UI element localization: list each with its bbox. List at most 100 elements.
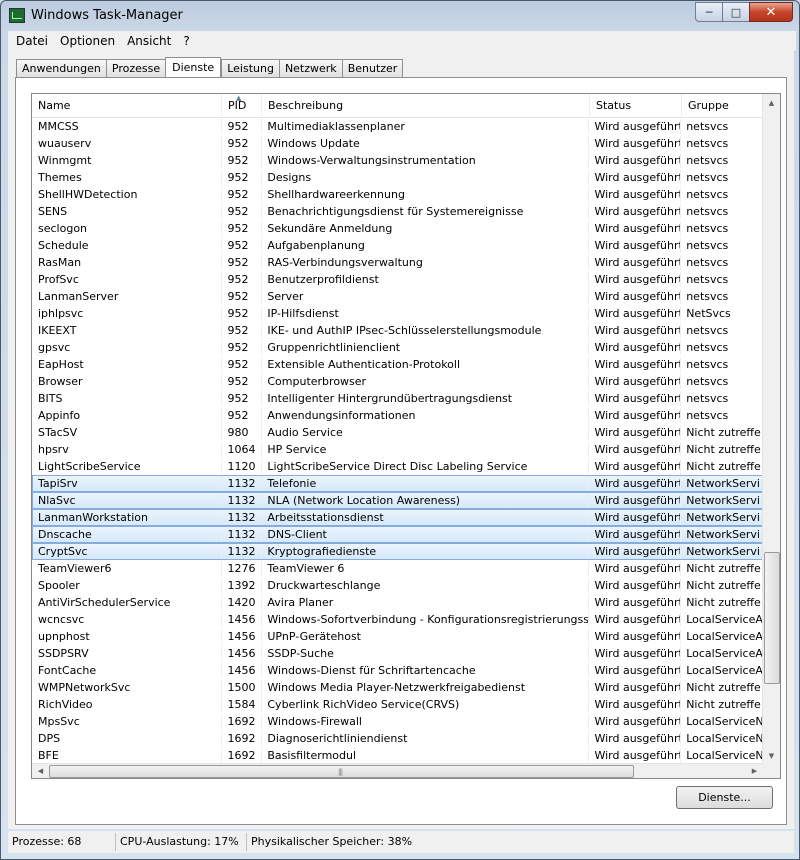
status-memory: Physikalischer Speicher: 38% — [251, 835, 413, 848]
service-name: MpsSvc — [33, 714, 223, 729]
table-row[interactable]: AntiVirSchedulerService 1420 Avira Planer W… — [32, 594, 763, 611]
tab-netzwerk[interactable]: Netzwerk — [278, 59, 342, 77]
service-status: Wird ausgeführt — [589, 238, 682, 253]
tab-anwendungen[interactable]: Anwendungen — [16, 59, 106, 77]
services-list[interactable]: Name ▲ PID Beschreibung Status Gruppe MM… — [31, 93, 781, 779]
service-description: LightScribeService Direct Disc Labeling … — [262, 459, 590, 474]
service-group: NetworkServi — [686, 494, 760, 507]
table-row[interactable]: Spooler 1392 Druckwarteschlange Wird ausgef… — [32, 577, 763, 594]
table-row[interactable]: upnphost 1456 UPnP-Gerätehost Wird ausgefüh… — [32, 628, 763, 645]
horizontal-scrollbar[interactable]: ◀ ||| ▶ — [32, 763, 763, 778]
column-header-name[interactable]: Name — [32, 94, 222, 117]
service-status: Wird ausgeführt — [589, 204, 682, 219]
vertical-scrollbar[interactable]: ▲ ▼ — [762, 94, 780, 764]
tab-benutzer[interactable]: Benutzer — [341, 59, 404, 77]
table-row[interactable]: SENS 952 Benachrichtigungsdienst für Syste… — [32, 203, 763, 220]
table-row[interactable]: TapiSrv 1132 Telefonie Wird ausgeführt Netwo… — [32, 475, 763, 492]
table-row[interactable]: iphlpsvc 952 IP-Hilfsdienst Wird ausgeführt… — [32, 305, 763, 322]
service-name: gpsvc — [33, 340, 223, 355]
tab-strip: Anwendungen Prozesse Dienste Leistung Ne… — [16, 57, 404, 78]
table-row[interactable]: gpsvc 952 Gruppenrichtlinienclient Wird aus… — [32, 339, 763, 356]
table-row[interactable]: MpsSvc 1692 Windows-Firewall Wird ausgeführ… — [32, 713, 763, 730]
menu-help[interactable]: ? — [177, 31, 195, 51]
table-row[interactable]: Dnscache 1132 DNS-Client Wird ausgeführt Net… — [32, 526, 763, 543]
main-content: Anwendungen Prozesse Dienste Leistung Ne… — [8, 51, 794, 829]
horizontal-scroll-thumb[interactable]: ||| — [49, 765, 634, 778]
service-status: Wird ausgeführt — [589, 374, 682, 389]
table-row[interactable]: LanmanServer 952 Server Wird ausgeführt nets… — [32, 288, 763, 305]
close-button[interactable]: ✕ — [749, 2, 793, 22]
table-row[interactable]: wuauserv 952 Windows Update Wird ausgeführt… — [32, 135, 763, 152]
service-group: NetworkServi — [686, 528, 760, 541]
tab-dienste[interactable]: Dienste — [165, 57, 222, 78]
table-row[interactable]: Browser 952 Computerbrowser Wird ausgeführt… — [32, 373, 763, 390]
scroll-up-button[interactable]: ▲ — [763, 94, 780, 111]
service-name: DPS — [33, 731, 223, 746]
scroll-down-button[interactable]: ▼ — [763, 747, 780, 764]
minimize-button[interactable]: ─ — [695, 2, 722, 22]
vertical-scroll-thumb[interactable] — [764, 552, 780, 684]
column-header-status[interactable]: Status — [590, 94, 682, 117]
service-name: EapHost — [33, 357, 223, 372]
table-row[interactable]: FontCache 1456 Windows-Dienst für Schrifta… — [32, 662, 763, 679]
table-row[interactable]: EapHost 952 Extensible Authentication-Prot… — [32, 356, 763, 373]
tab-leistung[interactable]: Leistung — [221, 59, 279, 77]
table-row[interactable]: BFE 1692 Basisfiltermodul Wird ausgeführt Lo… — [32, 747, 763, 764]
table-row[interactable]: Winmgmt 952 Windows-Verwaltungsinstrumenta… — [32, 152, 763, 169]
table-row[interactable]: Schedule 952 Aufgabenplanung Wird ausgeführ… — [32, 237, 763, 254]
service-pid: 952 — [222, 170, 263, 185]
table-row[interactable]: CryptSvc 1132 Kryptografiedienste Wird ausg… — [32, 543, 763, 560]
table-row[interactable]: RasMan 952 RAS-Verbindungsverwaltung Wird a… — [32, 254, 763, 271]
column-header-description[interactable]: Beschreibung — [262, 94, 590, 117]
service-status: Wird ausgeführt — [589, 272, 682, 287]
service-description: Intelligenter Hintergrundübertragungsdie… — [262, 391, 590, 406]
service-group: Nicht zutreffe — [686, 426, 761, 439]
table-row[interactable]: STacSV 980 Audio Service Wird ausgeführt Nic… — [32, 424, 763, 441]
table-row[interactable]: SSDPSRV 1456 SSDP-Suche Wird ausgeführt Loca… — [32, 645, 763, 662]
column-header-pid[interactable]: ▲ PID — [222, 94, 262, 117]
table-row[interactable]: WMPNetworkSvc 1500 Windows Media Player-Ne… — [32, 679, 763, 696]
table-row[interactable]: hpsrv 1064 HP Service Wird ausgeführt Nicht … — [32, 441, 763, 458]
tab-prozesse[interactable]: Prozesse — [105, 59, 166, 77]
table-row[interactable]: ProfSvc 952 Benutzerprofildienst Wird ausge… — [32, 271, 763, 288]
service-pid: 952 — [222, 221, 263, 236]
table-row[interactable]: TeamViewer6 1276 TeamViewer 6 Wird ausgefüh… — [32, 560, 763, 577]
table-row[interactable]: MMCSS 952 Multimediaklassenplaner Wird ausg… — [32, 118, 763, 135]
service-status: Wird ausgeführt — [589, 663, 682, 678]
service-pid: 1064 — [222, 442, 263, 457]
service-name: Browser — [33, 374, 223, 389]
table-row[interactable]: LanmanWorkstation 1132 Arbeitsstationsdien… — [32, 509, 763, 526]
table-row[interactable]: ShellHWDetection 952 Shellhardwareerkennun… — [32, 186, 763, 203]
scroll-right-button[interactable]: ▶ — [746, 764, 763, 778]
service-name: LightScribeService — [33, 459, 223, 474]
table-row[interactable]: Appinfo 952 Anwendungsinformationen Wird au… — [32, 407, 763, 424]
service-group: NetworkServi — [686, 511, 760, 524]
service-group: netsvcs — [686, 205, 729, 218]
title-bar[interactable]: Windows Task-Manager ─ □ ✕ — [1, 1, 799, 31]
table-row[interactable]: BITS 952 Intelligenter Hintergrundübertrag… — [32, 390, 763, 407]
column-header-group[interactable]: Gruppe — [682, 94, 763, 117]
menu-ansicht[interactable]: Ansicht — [121, 31, 177, 51]
service-group: netsvcs — [686, 358, 729, 371]
table-row[interactable]: wcncsvc 1456 Windows-Sofortverbindung - Ko… — [32, 611, 763, 628]
service-name: MMCSS — [33, 119, 223, 134]
service-group: NetSvcs — [686, 307, 731, 320]
services-button[interactable]: Dienste... — [676, 786, 773, 809]
close-icon: ✕ — [765, 4, 777, 20]
service-group: netsvcs — [686, 188, 729, 201]
table-row[interactable]: DPS 1692 Diagnoserichtliniendienst Wird aus… — [32, 730, 763, 747]
scroll-left-button[interactable]: ◀ — [32, 764, 49, 778]
menu-datei[interactable]: Datei — [10, 31, 54, 51]
table-row[interactable]: IKEEXT 952 IKE- und AuthIP IPsec-Schlüssel… — [32, 322, 763, 339]
service-description: DNS-Client — [262, 527, 590, 542]
service-status: Wird ausgeführt — [589, 136, 682, 151]
table-row[interactable]: LightScribeService 1120 LightScribeService… — [32, 458, 763, 475]
table-row[interactable]: NlaSvc 1132 NLA (Network Location Awarenes… — [32, 492, 763, 509]
menu-optionen[interactable]: Optionen — [54, 31, 121, 51]
table-row[interactable]: Themes 952 Designs Wird ausgeführt netsvcs — [32, 169, 763, 186]
chevron-up-icon: ▲ — [768, 98, 775, 107]
service-pid: 1276 — [222, 561, 263, 576]
maximize-button[interactable]: □ — [722, 2, 749, 22]
table-row[interactable]: seclogon 952 Sekundäre Anmeldung Wird ausge… — [32, 220, 763, 237]
table-row[interactable]: RichVideo 1584 Cyberlink RichVideo Service… — [32, 696, 763, 713]
